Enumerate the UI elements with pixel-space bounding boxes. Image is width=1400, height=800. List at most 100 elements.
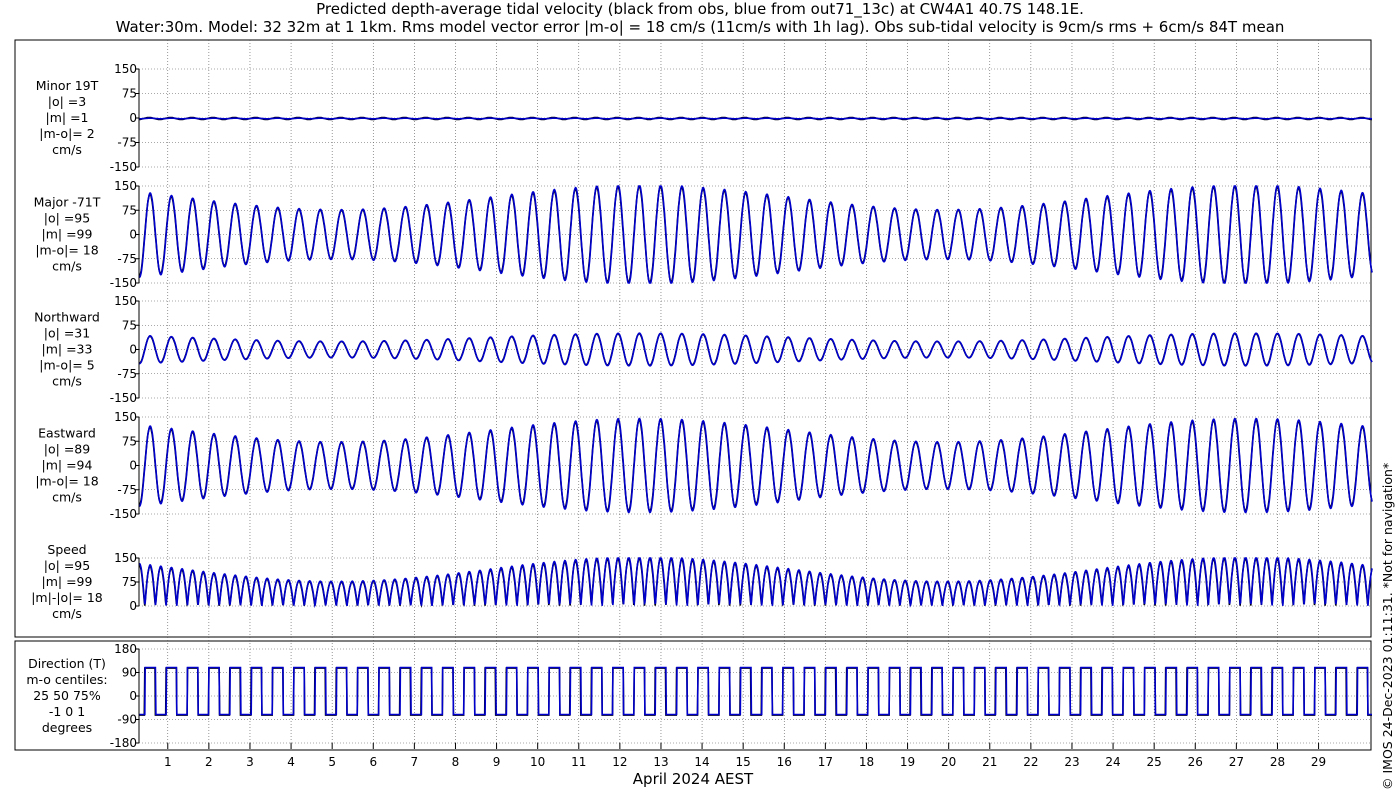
panel-label: cm/s [52, 490, 82, 505]
y-tick-label: 75 [122, 318, 137, 332]
x-tick-label: 6 [369, 755, 377, 769]
panel-label: |m| =1 [46, 110, 89, 125]
x-axis-label: April 2024 AEST [633, 770, 754, 788]
panel-label: cm/s [52, 606, 82, 621]
panel-label: Northward [34, 310, 100, 325]
panel-label: |m| =94 [42, 458, 93, 473]
x-tick-label: 29 [1311, 755, 1326, 769]
panel-label: Direction (T) [28, 656, 106, 671]
y-tick-label: -150 [110, 276, 137, 290]
panel-label: |m-o|= 18 [35, 243, 98, 258]
x-tick-label: 12 [612, 755, 627, 769]
panel-label: |m-o|= 18 [35, 474, 98, 489]
y-tick-label: 75 [122, 87, 137, 101]
series-model-major [138, 184, 1373, 284]
y-tick-label: 0 [129, 343, 137, 357]
x-tick-label: 26 [1188, 755, 1203, 769]
y-tick-label: 0 [129, 459, 137, 473]
panel-label: |o| =31 [44, 326, 90, 341]
x-tick-label: 28 [1270, 755, 1285, 769]
chart-axes: 1 2 3 4 5 6 7 8 9 10 11 12 13 14 15 16 17 18 19 20 21 22 23 24 2… [26, 62, 1326, 769]
y-tick-label: 150 [114, 179, 137, 193]
panel-label: degrees [42, 720, 92, 735]
panel-label: |o| =95 [44, 211, 90, 226]
panel-label: Eastward [38, 426, 96, 441]
y-tick-label: 0 [129, 689, 137, 703]
panel-label: 25 50 75% [33, 688, 101, 703]
y-tick-label: 0 [129, 228, 137, 242]
panel-label: |o| =95 [44, 558, 90, 573]
panel-label: |m|-|o|= 18 [31, 590, 103, 605]
y-tick-label: -150 [110, 507, 137, 521]
x-tick-label: 25 [1147, 755, 1162, 769]
x-tick-label: 8 [452, 755, 460, 769]
panel-label: |m-o|= 5 [39, 358, 94, 373]
panel-label: |o| =3 [48, 94, 86, 109]
y-tick-label: -75 [117, 136, 137, 150]
x-tick-label: 11 [571, 755, 586, 769]
y-tick-label: -150 [110, 160, 137, 174]
y-tick-label: 150 [114, 62, 137, 76]
series-model-north [138, 332, 1373, 367]
y-tick-label: -90 [117, 713, 137, 727]
chart-frames [14, 39, 1372, 751]
x-tick-label: 7 [411, 755, 419, 769]
x-tick-label: 1 [164, 755, 172, 769]
y-tick-label: 150 [114, 294, 137, 308]
y-tick-label: 90 [122, 666, 137, 680]
y-tick-label: -75 [117, 483, 137, 497]
x-tick-label: 19 [900, 755, 915, 769]
y-tick-label: 75 [122, 434, 137, 448]
y-tick-label: 150 [114, 551, 137, 565]
x-tick-label: 23 [1064, 755, 1079, 769]
panel-label: cm/s [52, 142, 82, 157]
lower-frame [14, 640, 1372, 751]
x-tick-label: 21 [982, 755, 997, 769]
x-tick-label: 2 [205, 755, 213, 769]
x-tick-label: 10 [530, 755, 545, 769]
y-tick-label: 150 [114, 410, 137, 424]
series-model-speed [138, 556, 1373, 609]
x-tick-label: 4 [287, 755, 295, 769]
upper-frame [14, 39, 1372, 638]
x-tick-label: 20 [941, 755, 956, 769]
panel-label: cm/s [52, 259, 82, 274]
y-tick-label: -75 [117, 252, 137, 266]
tidal-velocity-chart: 1 2 3 4 5 6 7 8 9 10 11 12 13 14 15 16 17 18 19 20 21 22 23 24 2… [14, 39, 1395, 790]
panel-label: Major -71T [34, 195, 101, 210]
x-tick-label: 17 [818, 755, 833, 769]
y-tick-label: -75 [117, 367, 137, 381]
y-tick-label: 0 [129, 111, 137, 125]
x-tick-label: 15 [736, 755, 751, 769]
panel-label: Minor 19T [36, 78, 99, 93]
panel-label: Speed [47, 542, 86, 557]
x-tick-label: 27 [1229, 755, 1244, 769]
panel-label: m-o centiles: [26, 672, 107, 687]
x-tick-label: 24 [1105, 755, 1120, 769]
y-tick-label: 180 [114, 642, 137, 656]
x-tick-label: 14 [694, 755, 709, 769]
panel-label: |m-o|= 2 [39, 126, 94, 141]
panel-label: -1 0 1 [49, 704, 85, 719]
panel-label: |m| =33 [42, 342, 93, 357]
panel-label: |m| =99 [42, 574, 93, 589]
series-model-minor [139, 117, 1372, 120]
panel-label: cm/s [52, 374, 82, 389]
x-tick-label: 9 [493, 755, 501, 769]
panel-label: |o| =89 [44, 442, 90, 457]
chart-series [138, 116, 1373, 716]
y-tick-label: -180 [110, 736, 137, 750]
chart-grid [139, 40, 1372, 744]
series-model-east [138, 417, 1373, 514]
y-tick-label: -150 [110, 391, 137, 405]
series-model-direction [139, 666, 1372, 716]
x-tick-label: 22 [1023, 755, 1038, 769]
copyright-note: © IMOS 24-Dec-2023 01:11:31. *Not for na… [1380, 463, 1395, 790]
x-tick-label: 3 [246, 755, 254, 769]
x-tick-label: 13 [653, 755, 668, 769]
y-tick-label: 75 [122, 203, 137, 217]
panel-label: |m| =99 [42, 227, 93, 242]
x-tick-label: 16 [777, 755, 792, 769]
y-tick-label: 0 [129, 599, 137, 613]
x-tick-label: 18 [859, 755, 874, 769]
